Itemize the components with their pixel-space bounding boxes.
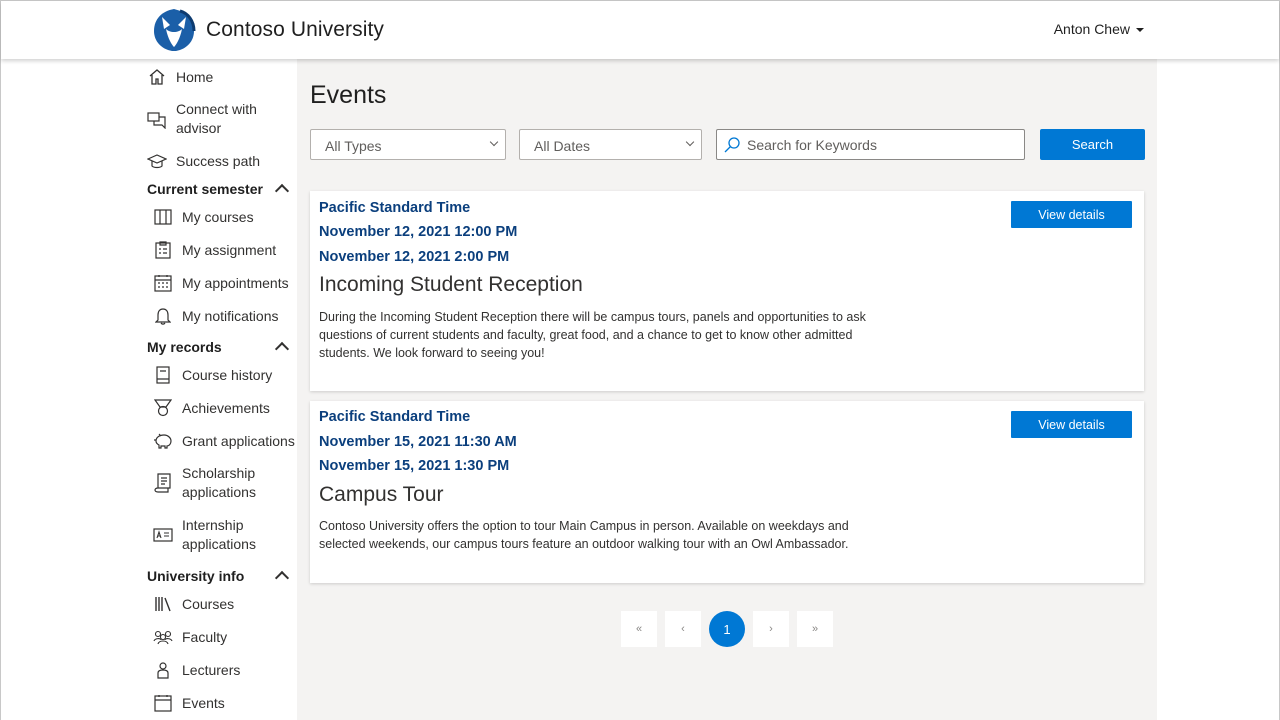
- sidebar-item-scholarship-applications[interactable]: Scholarship applications: [153, 464, 256, 502]
- sidebar-item-label: My notifications: [182, 307, 279, 324]
- sidebar-item-label: Internship applications: [182, 517, 256, 552]
- graduation-cap-icon: [147, 151, 167, 171]
- sidebar-item-grant-applications[interactable]: Grant applications: [153, 431, 295, 451]
- first-page-button[interactable]: «: [621, 611, 657, 647]
- caret-down-icon[interactable]: [1136, 28, 1144, 32]
- right-margin: [1157, 59, 1279, 720]
- sidebar-item-label: Events: [182, 694, 225, 711]
- book-open-icon: [153, 207, 173, 227]
- main-content: Events All Types All Dates Search Pacifi…: [297, 59, 1157, 720]
- sidebar-item-label: Home: [176, 68, 214, 85]
- user-name[interactable]: Anton Chew: [1054, 21, 1130, 37]
- next-page-button[interactable]: ›: [753, 611, 789, 647]
- sidebar-item-events[interactable]: Events: [153, 693, 225, 713]
- sidebar-item-label: Scholarship applications: [182, 465, 256, 500]
- people-icon: [153, 627, 173, 647]
- owl-logo-icon[interactable]: [150, 7, 198, 53]
- event-card: Pacific Standard Time November 15, 2021 …: [310, 401, 1144, 583]
- page-1-button[interactable]: 1: [709, 611, 745, 647]
- sidebar-item-my-notifications[interactable]: My notifications: [153, 306, 278, 326]
- home-icon: [147, 67, 167, 87]
- section-current-semester[interactable]: Current semester: [147, 181, 291, 199]
- id-card-icon: [153, 525, 173, 545]
- prev-page-button[interactable]: ‹: [665, 611, 701, 647]
- search-box[interactable]: [716, 129, 1025, 160]
- sidebar-item-label: Courses: [182, 595, 235, 612]
- chevron-up-icon[interactable]: [274, 570, 290, 586]
- sidebar-item-faculty[interactable]: Faculty: [153, 627, 227, 647]
- search-icon: [724, 136, 740, 152]
- calendar-icon: [153, 273, 173, 293]
- event-card: Pacific Standard Time November 12, 2021 …: [310, 191, 1144, 391]
- sidebar-item-label: Success path: [176, 152, 261, 169]
- event-timezone: Pacific Standard Time: [319, 409, 471, 425]
- section-title: University info: [147, 568, 245, 584]
- event-title: Incoming Student Reception: [319, 273, 583, 296]
- sidebar-item-label: My courses: [182, 208, 254, 225]
- person-icon: [153, 660, 173, 680]
- date-filter-value: All Dates: [534, 138, 591, 154]
- view-details-button[interactable]: View details: [1011, 411, 1132, 438]
- bell-icon: [153, 306, 173, 326]
- chevron-down-icon: [489, 137, 499, 147]
- sidebar-item-achievements[interactable]: Achievements: [153, 398, 270, 418]
- top-header: Contoso University Anton Chew: [1, 1, 1279, 59]
- section-university-info[interactable]: University info: [147, 568, 291, 586]
- sidebar-item-label: Grant applications: [182, 432, 295, 449]
- sidebar-item-internship-applications[interactable]: Internship applications: [153, 516, 256, 554]
- sidebar-item-label: Achievements: [182, 399, 270, 416]
- section-my-records[interactable]: My records: [147, 339, 291, 357]
- type-filter-value: All Types: [325, 138, 382, 154]
- medal-icon: [153, 398, 173, 418]
- type-filter-select[interactable]: All Types: [310, 129, 506, 160]
- library-icon: [153, 594, 173, 614]
- chevron-down-icon: [685, 137, 695, 147]
- event-start: November 15, 2021 11:30 AM: [319, 434, 517, 450]
- certificate-icon: [153, 473, 173, 493]
- pagination: « ‹ 1 › »: [621, 611, 833, 647]
- piggy-bank-icon: [153, 431, 173, 451]
- sidebar-item-lecturers[interactable]: Lecturers: [153, 660, 240, 680]
- section-title: My records: [147, 339, 222, 355]
- user-menu[interactable]: Anton Chew: [1054, 21, 1144, 37]
- event-start: November 12, 2021 12:00 PM: [319, 224, 518, 240]
- sidebar-item-courses[interactable]: Courses: [153, 594, 234, 614]
- sidebar-item-label: My appointments: [182, 274, 289, 291]
- event-description: During the Incoming Student Reception th…: [319, 310, 866, 360]
- brand-name[interactable]: Contoso University: [206, 18, 384, 42]
- event-timezone: Pacific Standard Time: [319, 200, 471, 216]
- view-details-button[interactable]: View details: [1011, 201, 1132, 228]
- page-title: Events: [310, 81, 387, 109]
- search-input[interactable]: [747, 136, 1017, 153]
- event-title: Campus Tour: [319, 483, 444, 506]
- sidebar-item-my-appointments[interactable]: My appointments: [153, 273, 289, 293]
- clipboard-icon: [153, 240, 173, 260]
- sidebar-item-course-history[interactable]: Course history: [153, 365, 272, 385]
- search-button[interactable]: Search: [1040, 129, 1145, 160]
- section-title: Current semester: [147, 181, 263, 197]
- chevron-up-icon[interactable]: [274, 341, 290, 357]
- last-page-button[interactable]: »: [797, 611, 833, 647]
- event-end: November 15, 2021 1:30 PM: [319, 458, 510, 474]
- sidebar-item-label: Faculty: [182, 628, 228, 645]
- sidebar-item-home[interactable]: Home: [147, 67, 213, 87]
- sidebar-item-my-assignment[interactable]: My assignment: [153, 240, 276, 260]
- chat-icon: [147, 109, 167, 129]
- sidebar-nav: Home Connect with advisor Success path C…: [1, 59, 297, 720]
- sidebar-item-label: Lecturers: [182, 661, 241, 678]
- event-end: November 12, 2021 2:00 PM: [319, 249, 510, 265]
- sidebar-item-success-path[interactable]: Success path: [147, 151, 260, 171]
- sidebar-item-label: Course history: [182, 366, 273, 383]
- sidebar-item-label: Connect with advisor: [176, 101, 257, 136]
- calendar-icon: [153, 693, 173, 713]
- sidebar-item-label: My assignment: [182, 241, 277, 258]
- sidebar-item-connect-advisor[interactable]: Connect with advisor: [147, 100, 257, 138]
- date-filter-select[interactable]: All Dates: [519, 129, 702, 160]
- sidebar-item-my-courses[interactable]: My courses: [153, 207, 254, 227]
- event-description: Contoso University offers the option to …: [319, 519, 849, 551]
- notebook-icon: [153, 365, 173, 385]
- chevron-up-icon[interactable]: [274, 183, 290, 199]
